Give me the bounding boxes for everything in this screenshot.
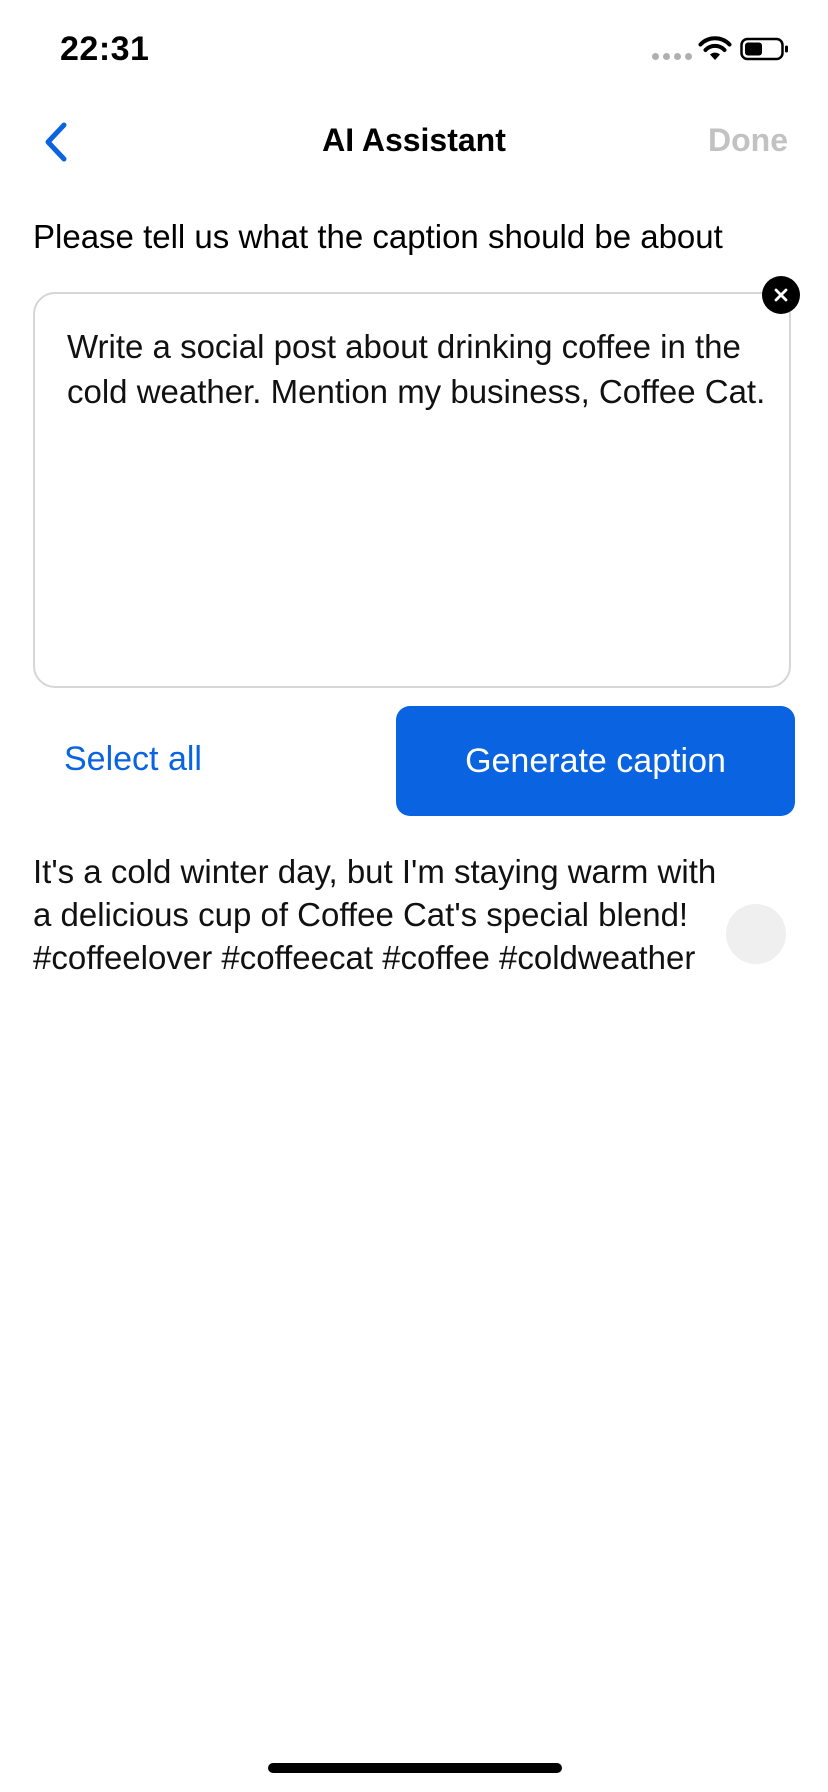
done-button[interactable]: Done <box>708 122 788 159</box>
page-title: AI Assistant <box>322 122 506 158</box>
status-bar: 22:31 <box>0 0 828 100</box>
select-all-button[interactable]: Select all <box>64 740 202 779</box>
prompt-textarea[interactable]: Write a social post about drinking coffe… <box>33 292 791 688</box>
signal-dots-icon <box>652 53 692 60</box>
status-time: 22:31 <box>60 30 150 68</box>
home-indicator[interactable] <box>268 1763 562 1773</box>
navigation-bar: AI Assistant Done <box>0 100 828 180</box>
prompt-label: Please tell us what the caption should b… <box>33 218 723 255</box>
wifi-icon <box>698 36 732 60</box>
generated-caption-text[interactable]: It's a cold winter day, but I'm staying … <box>33 850 733 979</box>
generate-caption-button[interactable]: Generate caption <box>396 706 795 816</box>
touch-indicator <box>726 904 786 964</box>
clear-button[interactable] <box>762 276 800 314</box>
prompt-text[interactable]: Write a social post about drinking coffe… <box>67 324 767 414</box>
close-icon <box>774 288 788 302</box>
battery-icon <box>740 37 788 61</box>
